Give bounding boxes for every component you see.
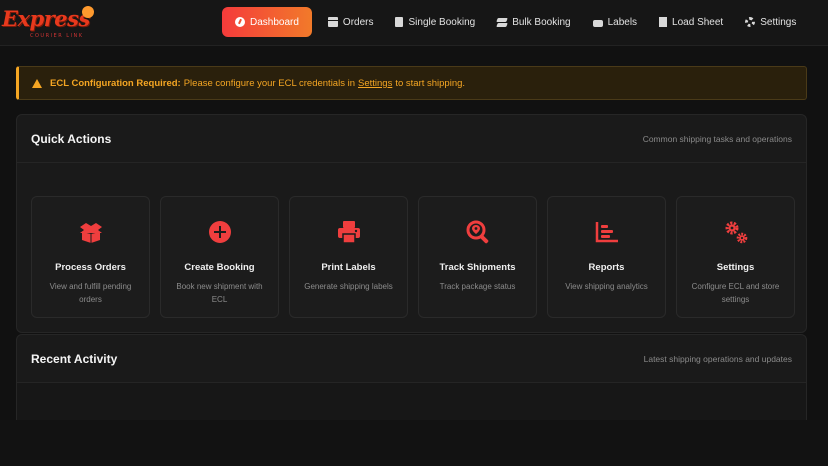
logo-wordmark: Express bbox=[2, 6, 90, 31]
settings-link[interactable]: Settings bbox=[358, 78, 392, 89]
nav-item-orders[interactable]: Orders bbox=[320, 7, 382, 37]
box-icon bbox=[327, 17, 338, 27]
card-title: Reports bbox=[588, 262, 625, 273]
nav-item-label: Load Sheet bbox=[672, 16, 724, 28]
recent-activity-subtitle: Latest shipping operations and updates bbox=[643, 353, 792, 364]
page-footer-area bbox=[0, 420, 828, 466]
card-title: Track Shipments bbox=[439, 262, 516, 273]
search-location-icon bbox=[466, 220, 489, 244]
quick-actions-header: Quick Actions Common shipping tasks and … bbox=[17, 115, 806, 163]
layers-icon bbox=[497, 17, 507, 27]
printer-icon bbox=[338, 221, 360, 244]
card-title: Process Orders bbox=[55, 262, 126, 273]
quick-action-cards: Process Orders View and fulfill pending … bbox=[31, 196, 795, 318]
nav-item-label: Bulk Booking bbox=[512, 16, 571, 28]
print-labels-card[interactable]: Print Labels Generate shipping labels bbox=[289, 196, 408, 318]
plus-circle-icon bbox=[209, 221, 231, 243]
card-title: Create Booking bbox=[184, 262, 255, 273]
card-description: Book new shipment with ECL bbox=[176, 282, 263, 304]
nav-item-labels[interactable]: Labels bbox=[585, 7, 645, 37]
recent-activity-title: Recent Activity bbox=[31, 351, 118, 366]
recent-activity-panel: Recent Activity Latest shipping operatio… bbox=[16, 334, 807, 420]
alert-text-after: to start shipping. bbox=[395, 77, 466, 89]
gear-icon bbox=[745, 17, 756, 27]
warning-icon bbox=[32, 78, 42, 88]
quick-actions-panel: Quick Actions Common shipping tasks and … bbox=[16, 114, 807, 333]
nav-item-bulk-booking[interactable]: Bulk Booking bbox=[489, 7, 578, 37]
file-icon bbox=[395, 17, 404, 27]
quick-actions-subtitle: Common shipping tasks and operations bbox=[642, 133, 792, 144]
nav-item-settings[interactable]: Settings bbox=[737, 7, 804, 37]
box-open-icon bbox=[80, 223, 102, 243]
card-title: Print Labels bbox=[321, 262, 376, 273]
logo-tagline: COURIER LINK bbox=[30, 33, 84, 39]
logo-burst-icon bbox=[82, 6, 94, 18]
dashboard-icon bbox=[235, 17, 245, 27]
nav-item-load-sheet[interactable]: Load Sheet bbox=[651, 7, 731, 37]
card-description: Track package status bbox=[439, 282, 516, 291]
quick-actions-title: Quick Actions bbox=[31, 131, 112, 146]
express-courier-link-logo[interactable]: Express COURIER LINK bbox=[0, 4, 100, 44]
recent-activity-header: Recent Activity Latest shipping operatio… bbox=[17, 335, 806, 383]
printer-icon bbox=[592, 19, 603, 27]
nav-item-label: Settings bbox=[760, 16, 797, 28]
nav-item-single-booking[interactable]: Single Booking bbox=[387, 7, 483, 37]
gears-icon bbox=[725, 221, 748, 244]
main-nav: Dashboard Orders Single Booking Bulk Boo… bbox=[222, 7, 810, 37]
track-shipments-card[interactable]: Track Shipments Track package status bbox=[418, 196, 537, 318]
nav-item-label: Single Booking bbox=[408, 16, 476, 28]
card-description: Generate shipping labels bbox=[304, 282, 393, 291]
settings-card[interactable]: Settings Configure ECL and store setting… bbox=[676, 196, 795, 318]
nav-item-label: Labels bbox=[607, 16, 638, 28]
create-booking-card[interactable]: Create Booking Book new shipment with EC… bbox=[160, 196, 279, 318]
nav-item-dashboard[interactable]: Dashboard bbox=[222, 7, 312, 37]
top-navigation-bar: Express COURIER LINK Dashboard Orders Si… bbox=[0, 0, 828, 46]
alert-title: ECL Configuration Required: bbox=[50, 77, 181, 89]
ecl-config-alert: ECL Configuration Required: Please confi… bbox=[16, 66, 807, 100]
card-description: View and fulfill pending orders bbox=[49, 282, 132, 304]
reports-card[interactable]: Reports View shipping analytics bbox=[547, 196, 666, 318]
card-description: Configure ECL and store settings bbox=[691, 282, 780, 304]
alert-text-before: Please configure your ECL credentials in bbox=[183, 77, 355, 89]
nav-item-label: Orders bbox=[342, 16, 374, 28]
process-orders-card[interactable]: Process Orders View and fulfill pending … bbox=[31, 196, 150, 318]
recent-activity-list bbox=[17, 383, 806, 420]
sheet-icon bbox=[659, 17, 668, 27]
card-title: Settings bbox=[716, 262, 755, 273]
nav-item-label: Dashboard bbox=[250, 16, 299, 28]
chart-icon bbox=[595, 222, 618, 243]
card-description: View shipping analytics bbox=[565, 282, 648, 291]
